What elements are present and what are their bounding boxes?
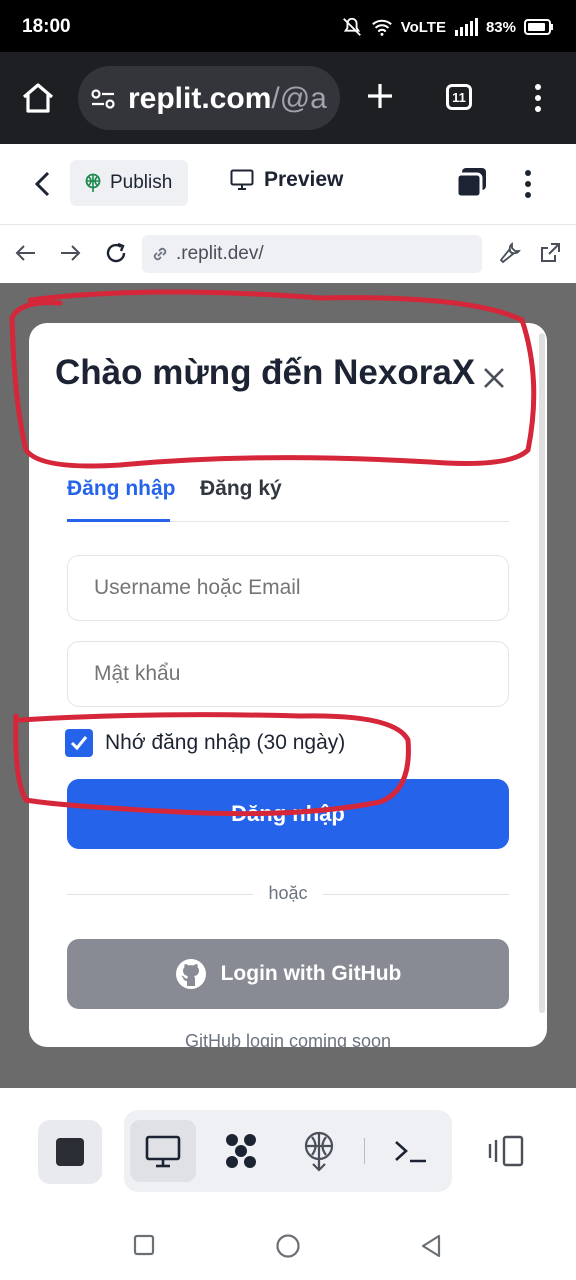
address-text: replit.com/@a — [128, 82, 327, 116]
publish-icon — [85, 173, 101, 192]
status-time: 18:00 — [22, 16, 71, 37]
tool-group — [124, 1110, 452, 1192]
github-login-label: Login with GitHub — [220, 962, 402, 985]
tab-register[interactable]: Đăng ký — [200, 477, 282, 501]
home-icon[interactable] — [20, 80, 56, 116]
stop-icon — [56, 1138, 84, 1166]
close-icon[interactable] — [481, 365, 507, 391]
arrow-right-icon[interactable] — [58, 241, 82, 265]
divider-line-right — [323, 894, 509, 895]
open-external-icon[interactable] — [538, 241, 562, 265]
active-tab-indicator — [67, 519, 170, 522]
mute-icon — [342, 17, 361, 36]
more-options-icon[interactable] — [518, 168, 538, 200]
stop-button[interactable] — [38, 1120, 102, 1184]
new-tab-icon[interactable] — [364, 80, 396, 112]
tool-separator — [364, 1138, 365, 1164]
status-icons: VoLTE 83% — [341, 14, 554, 40]
address-bar[interactable]: replit.com/@a — [78, 66, 340, 130]
battery-percent: 83% — [485, 18, 516, 36]
workspace-icon[interactable] — [220, 1130, 262, 1172]
webview: Chào mừng đến NexoraX Đăng nhập Đăng ký … — [0, 283, 576, 1088]
deploy-icon[interactable] — [298, 1130, 340, 1172]
battery-icon — [524, 19, 553, 35]
replit-toolbar: Publish Preview — [0, 144, 576, 225]
login-modal: Chào mừng đến NexoraX Đăng nhập Đăng ký … — [29, 323, 547, 1047]
login-button[interactable]: Đăng nhập — [67, 779, 509, 849]
monitor-icon[interactable] — [142, 1130, 184, 1172]
arrow-left-icon[interactable] — [14, 241, 38, 265]
url-domain: replit.com — [128, 82, 272, 115]
preview-tab[interactable]: Preview — [230, 168, 343, 192]
remember-me[interactable]: Nhớ đăng nhập (30 ngày) — [65, 729, 345, 757]
devtools-wrench-icon[interactable] — [498, 241, 522, 265]
home-nav-icon[interactable] — [276, 1234, 300, 1258]
github-login-button[interactable]: Login with GitHub — [67, 939, 509, 1009]
publish-label: Publish — [110, 172, 173, 193]
link-icon — [153, 247, 167, 261]
preview-url-bar: .replit.dev/ — [0, 225, 576, 283]
username-input[interactable] — [67, 555, 509, 621]
replit-bottom-toolbar — [0, 1088, 576, 1209]
remember-label: Nhớ đăng nhập (30 ngày) — [105, 731, 346, 754]
network-type: VoLTE — [400, 18, 446, 36]
modal-title: Chào mừng đến NexoraX — [55, 353, 476, 392]
shell-icon[interactable] — [390, 1130, 432, 1172]
back-nav-icon[interactable] — [420, 1234, 442, 1258]
recents-icon[interactable] — [133, 1234, 155, 1256]
tab-login[interactable]: Đăng nhập — [67, 477, 176, 501]
auth-tabs: Đăng nhập Đăng ký — [67, 473, 509, 522]
browser-toolbar: replit.com/@a 11 — [0, 52, 576, 144]
system-nav-bar — [0, 1206, 576, 1280]
back-icon[interactable] — [30, 170, 56, 198]
tabs-stack-icon[interactable] — [454, 166, 490, 200]
github-icon — [175, 959, 206, 989]
status-bar: 18:00 VoLTE 83% — [0, 0, 576, 52]
reload-icon[interactable] — [104, 241, 128, 265]
tab-switcher-button[interactable]: 11 — [446, 84, 472, 110]
wifi-icon — [371, 19, 392, 36]
browser-menu-icon[interactable] — [528, 82, 548, 114]
github-note: GitHub login coming soon — [184, 1031, 392, 1047]
url-path: /@a — [271, 82, 327, 115]
preview-label: Preview — [264, 168, 344, 191]
preview-url-text: .replit.dev/ — [176, 243, 264, 264]
signal-icon — [454, 18, 478, 36]
or-divider: hoặc — [67, 883, 509, 907]
check-icon — [70, 736, 88, 751]
publish-button[interactable]: Publish — [70, 160, 188, 206]
modal-scrollbar[interactable] — [539, 333, 545, 1013]
split-view-icon[interactable] — [486, 1134, 526, 1168]
site-settings-icon[interactable] — [90, 86, 116, 112]
preview-url-field[interactable]: .replit.dev/ — [142, 235, 482, 273]
password-input[interactable] — [67, 641, 509, 707]
monitor-icon — [230, 169, 254, 190]
remember-checkbox[interactable] — [65, 729, 93, 757]
